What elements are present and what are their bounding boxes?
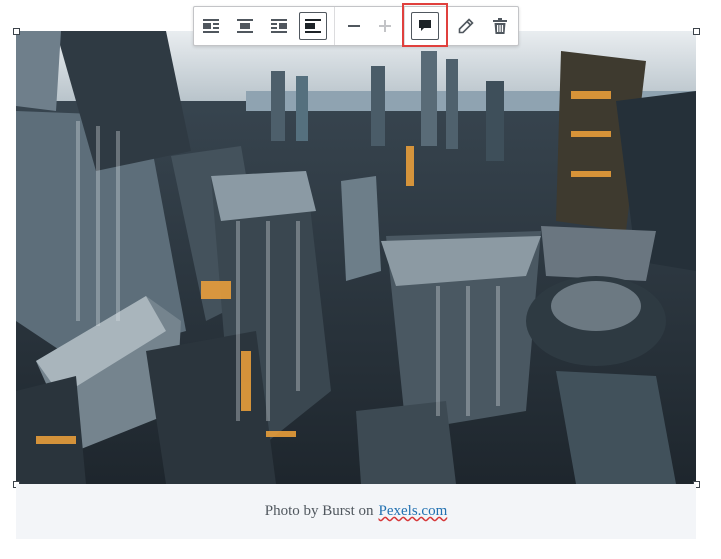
align-none-icon	[305, 19, 321, 33]
caption-link[interactable]: Pexels.com	[379, 503, 448, 520]
align-right-button[interactable]	[265, 12, 293, 40]
minus-icon	[348, 25, 360, 27]
remove-button[interactable]	[486, 12, 514, 40]
image-toolbar	[193, 6, 519, 46]
resize-handle-top-left[interactable]	[13, 28, 20, 35]
plus-icon	[379, 20, 391, 32]
image-caption[interactable]: Photo by Burst on Pexels.com	[16, 484, 696, 539]
toolbar-separator	[334, 7, 335, 45]
image-block[interactable]	[16, 31, 696, 484]
resize-handle-top-right[interactable]	[693, 28, 700, 35]
align-right-icon	[271, 19, 287, 33]
toggle-caption-button[interactable]	[411, 12, 439, 40]
enlarge-button[interactable]	[371, 12, 399, 40]
align-left-button[interactable]	[197, 12, 225, 40]
pencil-icon	[458, 18, 474, 34]
align-none-button[interactable]	[299, 12, 327, 40]
shrink-button[interactable]	[340, 12, 368, 40]
align-left-icon	[203, 19, 219, 33]
toolbar-separator	[404, 7, 405, 45]
trash-icon	[493, 18, 507, 34]
comment-icon	[419, 20, 431, 31]
edit-button[interactable]	[452, 12, 480, 40]
align-center-icon	[237, 19, 253, 33]
city-photo	[16, 31, 696, 484]
align-center-button[interactable]	[231, 12, 259, 40]
caption-text: Photo by Burst on	[264, 503, 374, 519]
